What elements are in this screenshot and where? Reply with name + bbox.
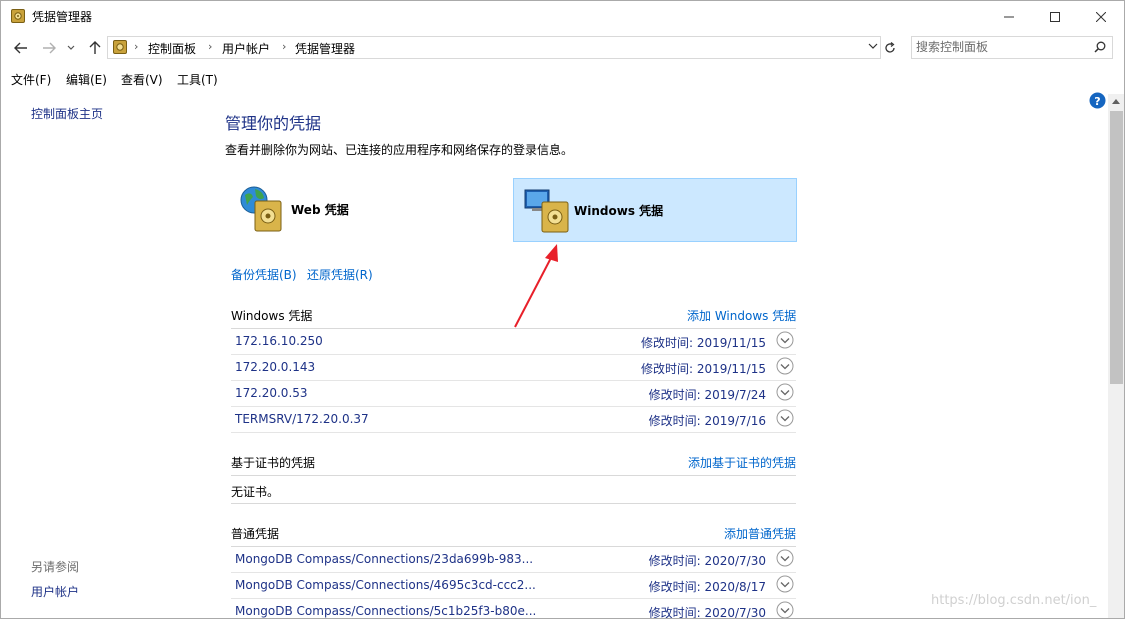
expand-chevron-icon[interactable] [776,549,794,567]
menu-bar: 文件(F) 编辑(E) 查看(V) 工具(T) [1,67,1124,89]
search-icon[interactable] [1094,41,1106,53]
menu-file[interactable]: 文件(F) [11,71,51,88]
svg-text:?: ? [1094,95,1100,108]
maximize-button[interactable] [1032,1,1078,32]
expand-chevron-icon[interactable] [776,331,794,349]
generic-credentials-section-title: 普通凭据 [231,527,280,541]
add-certificate-credential-link[interactable]: 添加基于证书的凭据 [688,454,796,471]
generic-credential-row[interactable]: MongoDB Compass/Connections/23da699b-983… [231,547,796,573]
minimize-icon [1004,16,1014,17]
address-dropdown-icon[interactable] [868,41,878,51]
breadcrumb-user-accounts[interactable]: 用户帐户 [222,40,270,57]
forward-button[interactable] [39,38,59,58]
windows-credential-row[interactable]: 172.20.0.53 修改时间: 2019/7/24 [231,381,796,407]
user-accounts-link[interactable]: 用户帐户 [31,583,79,600]
add-generic-credential-link[interactable]: 添加普通凭据 [724,525,796,542]
windows-credentials-tile[interactable]: Windows 凭据 [513,178,797,242]
windows-credentials-icon [524,189,569,233]
credential-name: MongoDB Compass/Connections/5c1b25f3-b80… [235,604,537,618]
refresh-button[interactable] [880,36,900,59]
credential-name: MongoDB Compass/Connections/23da699b-983… [235,552,534,566]
web-credentials-icon [240,186,282,232]
windows-credentials-section-title: Windows 凭据 [231,309,313,323]
credential-manager-icon [11,9,25,23]
credential-name: TERMSRV/172.20.0.37 [235,412,369,426]
chevron-down-icon [67,45,75,50]
restore-credentials-link[interactable]: 还原凭据(R) [307,266,373,283]
generic-credential-row[interactable]: MongoDB Compass/Connections/4695c3cd-ccc… [231,573,796,599]
scroll-up-arrow-icon[interactable] [1112,99,1120,104]
add-windows-credential-link[interactable]: 添加 Windows 凭据 [687,307,796,324]
refresh-icon [885,41,895,53]
page-description: 查看并删除你为网站、已连接的应用程序和网络保存的登录信息。 [225,143,574,157]
title-bar: 凭据管理器 [1,1,1124,32]
windows-credential-row[interactable]: 172.16.10.250 修改时间: 2019/11/15 [231,329,796,355]
windows-credentials-label: Windows 凭据 [574,204,664,218]
windows-credential-row[interactable]: TERMSRV/172.20.0.37 修改时间: 2019/7/16 [231,407,796,433]
vertical-scrollbar[interactable] [1108,94,1124,618]
navigation-bar: › 控制面板 › 用户帐户 › 凭据管理器 [1,34,1124,62]
expand-chevron-icon[interactable] [776,409,794,427]
menu-edit[interactable]: 编辑(E) [66,71,107,88]
no-certificates-text: 无证书。 [231,485,280,499]
minimize-button[interactable] [986,1,1032,32]
certificate-credentials-section-title: 基于证书的凭据 [231,456,316,470]
credential-name: 172.20.0.53 [235,386,308,400]
watermark: https://blog.csdn.net/ion_ [931,593,1097,608]
windows-credential-row[interactable]: 172.20.0.143 修改时间: 2019/11/15 [231,355,796,381]
maximize-icon [1050,11,1060,22]
generic-credential-row[interactable]: MongoDB Compass/Connections/5c1b25f3-b80… [231,599,796,619]
breadcrumb-credential-manager[interactable]: 凭据管理器 [295,40,355,57]
scrollbar-thumb[interactable] [1110,111,1123,384]
search-box[interactable] [911,36,1113,59]
expand-chevron-icon[interactable] [776,601,794,619]
credential-name: 172.20.0.143 [235,360,316,374]
breadcrumb-separator-icon: › [208,40,213,53]
web-credentials-tile[interactable]: Web 凭据 [231,178,513,240]
section-divider [231,503,796,504]
expand-chevron-icon[interactable] [776,383,794,401]
arrow-up-icon [89,41,101,54]
arrow-right-icon [43,42,56,54]
credential-name: MongoDB Compass/Connections/4695c3cd-ccc… [235,578,536,592]
credential-manager-window: 凭据管理器 › 控制面板 › 用户帐户 › 凭据管理器 搜索控制面板 文件(F)… [0,0,1125,619]
menu-view[interactable]: 查看(V) [121,71,163,88]
credential-modified: 修改时间: 2020/7/30 [648,606,766,619]
recent-locations-button[interactable] [64,38,78,58]
see-also-label: 另请参阅 [31,560,80,574]
breadcrumb-control-panel[interactable]: 控制面板 [148,40,196,57]
arrow-left-icon [14,42,27,54]
credential-modified: 修改时间: 2020/8/17 [648,580,766,594]
back-button[interactable] [11,38,31,58]
up-button[interactable] [85,38,105,58]
expand-chevron-icon[interactable] [776,357,794,375]
credential-modified: 修改时间: 2019/11/15 [640,336,766,350]
menu-tools[interactable]: 工具(T) [177,71,218,88]
control-panel-home-link[interactable]: 控制面板主页 [31,105,103,122]
credential-modified: 修改时间: 2020/7/30 [648,554,766,568]
close-button[interactable] [1078,1,1124,32]
address-bar[interactable]: › 控制面板 › 用户帐户 › 凭据管理器 [107,36,881,59]
breadcrumb-separator-icon: › [134,40,139,53]
backup-credentials-link[interactable]: 备份凭据(B) [231,266,297,283]
breadcrumb-separator-icon: › [282,40,287,53]
page-title: 管理你的凭据 [225,114,322,133]
search-input[interactable] [916,39,1076,55]
help-icon[interactable]: ? [1089,92,1106,109]
credential-modified: 修改时间: 2019/7/16 [648,414,766,428]
window-title: 凭据管理器 [32,10,93,24]
control-panel-icon [113,40,127,54]
web-credentials-label: Web 凭据 [291,203,349,217]
expand-chevron-icon[interactable] [776,575,794,593]
credential-name: 172.16.10.250 [235,334,323,348]
close-icon [1096,11,1106,22]
credential-modified: 修改时间: 2019/11/15 [640,362,766,376]
credential-modified: 修改时间: 2019/7/24 [648,388,766,402]
section-divider [231,475,796,476]
